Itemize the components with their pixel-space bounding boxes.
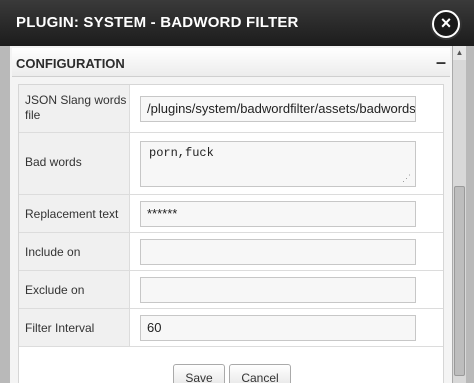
json-slang-file-input[interactable]: /plugins/system/badwordfilter/assets/bad… [140, 96, 416, 122]
label-cell: Include on [19, 233, 130, 270]
resize-handle-icon[interactable]: ⋰ [402, 174, 412, 184]
bad-words-textarea[interactable]: porn,fuck ⋰ [140, 141, 416, 187]
dialog-title: PLUGIN: SYSTEM - BADWORD FILTER [16, 14, 299, 31]
label-cell: Filter Interval [19, 309, 130, 346]
save-button[interactable]: Save [173, 364, 225, 383]
row-bad-words: Bad words porn,fuck ⋰ [19, 133, 443, 195]
replacement-text-label: Replacement text [25, 207, 119, 221]
row-json-slang-file: JSON Slang words file /plugins/system/ba… [19, 85, 443, 133]
configuration-form: JSON Slang words file /plugins/system/ba… [18, 84, 444, 383]
close-icon[interactable]: × [432, 10, 460, 38]
collapse-icon[interactable]: – [436, 52, 446, 73]
bad-words-label: Bad words [25, 155, 82, 169]
row-replacement-text: Replacement text ****** [19, 195, 443, 233]
label-cell: Bad words [19, 133, 130, 194]
label-cell: JSON Slang words file [19, 85, 130, 132]
bad-words-value: porn,fuck [149, 146, 214, 160]
label-cell: Replacement text [19, 195, 130, 232]
exclude-on-label: Exclude on [25, 283, 85, 297]
row-include-on: Include on [19, 233, 443, 271]
row-filter-interval: Filter Interval 60 [19, 309, 443, 347]
scrollbar[interactable]: ▲ [452, 46, 466, 383]
exclude-on-input[interactable] [140, 277, 416, 303]
section-title: CONFIGURATION [16, 56, 125, 71]
configuration-section-header[interactable]: CONFIGURATION – [12, 48, 450, 77]
dialog-content: CONFIGURATION – JSON Slang words file /p… [10, 46, 452, 383]
scroll-up-icon[interactable]: ▲ [453, 46, 466, 60]
scrollbar-thumb[interactable] [454, 186, 465, 376]
cancel-button[interactable]: Cancel [229, 364, 291, 383]
filter-interval-input[interactable]: 60 [140, 315, 416, 341]
include-on-input[interactable] [140, 239, 416, 265]
dialog-titlebar: PLUGIN: SYSTEM - BADWORD FILTER × [0, 0, 474, 46]
json-slang-file-label: JSON Slang words file [25, 93, 127, 122]
button-row: Save Cancel [10, 360, 452, 383]
replacement-text-input[interactable]: ****** [140, 201, 416, 227]
row-exclude-on: Exclude on [19, 271, 443, 309]
include-on-label: Include on [25, 245, 81, 259]
plugin-dialog: PLUGIN: SYSTEM - BADWORD FILTER × CONFIG… [0, 0, 474, 383]
filter-interval-label: Filter Interval [25, 321, 95, 335]
label-cell: Exclude on [19, 271, 130, 308]
